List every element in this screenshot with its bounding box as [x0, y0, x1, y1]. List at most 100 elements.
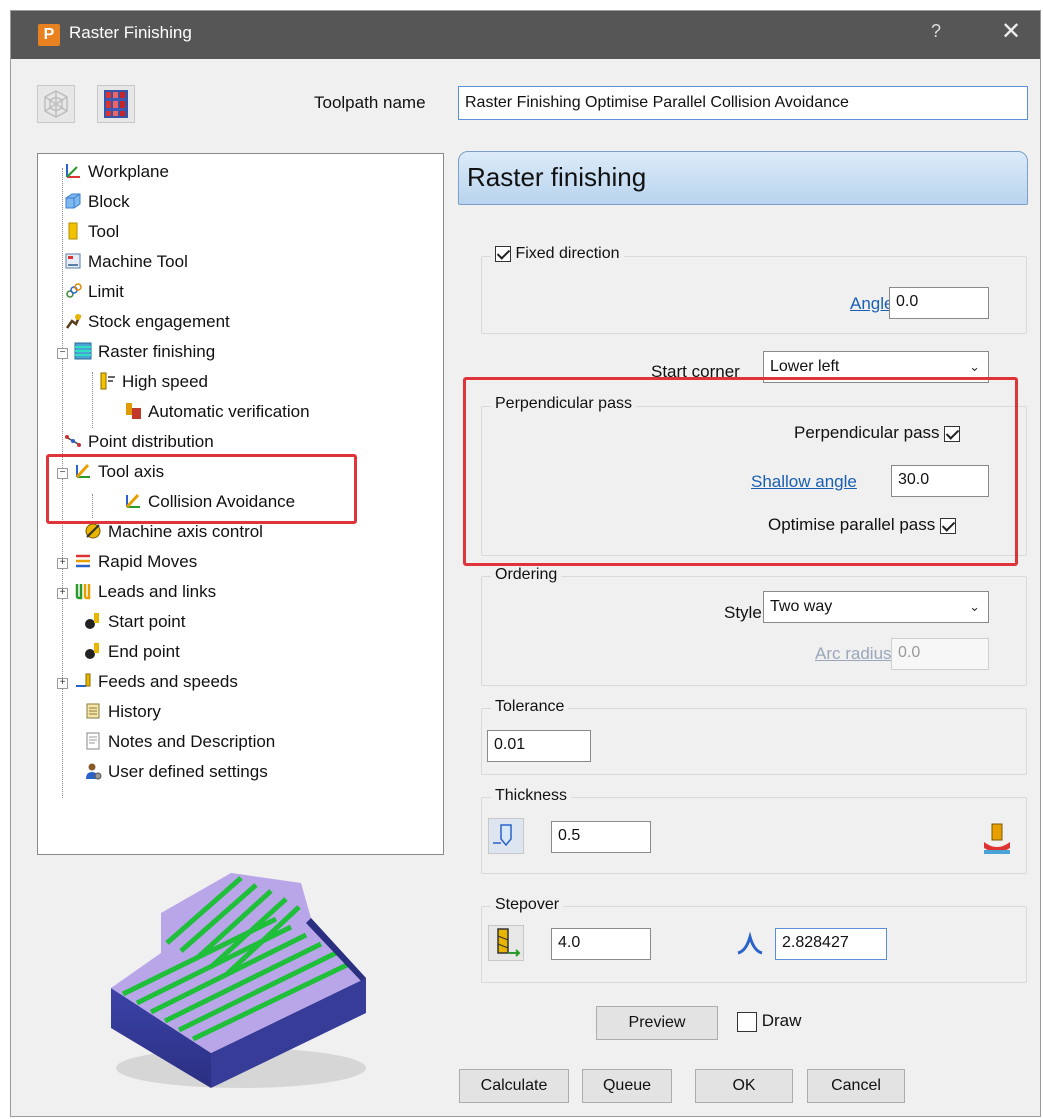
- machine-tool-icon: [65, 253, 81, 269]
- tree-item-high-speed[interactable]: High speed: [98, 368, 208, 396]
- tree-item-label: Stock engagement: [88, 312, 230, 331]
- toolpath-name-input[interactable]: Raster Finishing Optimise Parallel Colli…: [458, 86, 1028, 120]
- tree-item-label: Workplane: [88, 162, 169, 181]
- raster-finishing-dialog: P Raster Finishing ? ✕ Toolpath name Ras…: [10, 10, 1041, 1117]
- stepover-legend: Stepover: [491, 896, 564, 914]
- calculate-button[interactable]: Calculate: [459, 1069, 569, 1103]
- tree-item-feeds-and-speeds[interactable]: Feeds and speeds: [74, 668, 238, 696]
- window-title: Raster Finishing: [69, 23, 192, 42]
- workplane-icon: [66, 164, 80, 178]
- fixed-direction-label: Fixed direction: [515, 245, 620, 262]
- queue-button[interactable]: Queue: [582, 1069, 672, 1103]
- style-select[interactable]: Two way ⌄: [763, 591, 989, 623]
- point-distribution-icon: [65, 435, 81, 447]
- style-label: Style: [724, 603, 762, 622]
- tree-item-label: High speed: [122, 372, 209, 391]
- tree-item-machine-tool[interactable]: Machine Tool: [64, 248, 188, 276]
- close-button[interactable]: ✕: [1001, 17, 1021, 46]
- ordering-legend: Ordering: [491, 566, 562, 584]
- preview-button[interactable]: Preview: [596, 1006, 718, 1040]
- cancel-button[interactable]: Cancel: [807, 1069, 905, 1103]
- tree-item-label: Raster finishing: [98, 342, 216, 361]
- tree-item-tool[interactable]: Tool: [64, 218, 119, 246]
- tree-item-label: Limit: [88, 282, 124, 301]
- tree-item-label: Start point: [108, 612, 186, 631]
- expand-icon[interactable]: +: [57, 588, 68, 599]
- tolerance-legend: Tolerance: [491, 698, 569, 716]
- raster-finishing-header: Raster finishing: [458, 151, 1028, 205]
- component-thickness-icon[interactable]: [979, 821, 1015, 857]
- leads-links-icon: [75, 584, 91, 600]
- highlight-perpendicular-pass: [463, 377, 1018, 566]
- fixed-direction-checkbox[interactable]: Fixed direction: [491, 245, 624, 263]
- cusp-height-input[interactable]: 2.828427: [775, 928, 887, 960]
- tolerance-input[interactable]: 0.01: [487, 730, 591, 762]
- ok-button[interactable]: OK: [695, 1069, 793, 1103]
- history-icon: [86, 703, 100, 719]
- tree-item-block[interactable]: Block: [64, 188, 130, 216]
- toolpath-strategy-icon[interactable]: [97, 85, 135, 123]
- tree-item-leads-and-links[interactable]: Leads and links: [74, 578, 216, 606]
- start-corner-value: Lower left: [770, 358, 840, 375]
- tree-item-automatic-verification[interactable]: Automatic verification: [124, 398, 310, 426]
- limit-icon: [66, 283, 82, 298]
- tree-item-point-distribution[interactable]: Point distribution: [64, 428, 214, 456]
- draw-check[interactable]: [737, 1011, 757, 1032]
- thickness-legend: Thickness: [491, 787, 572, 805]
- toolpath-name-label: Toolpath name: [314, 93, 426, 112]
- tree-item-rapid-moves[interactable]: Rapid Moves: [74, 548, 197, 576]
- app-icon: P: [38, 24, 60, 46]
- machine-axis-control-icon: [85, 523, 101, 539]
- tree-item-history[interactable]: History: [84, 698, 161, 726]
- stock-engagement-icon: [65, 314, 82, 329]
- draw-label: Draw: [761, 1011, 802, 1030]
- tree-item-user-defined-settings[interactable]: User defined settings: [84, 758, 268, 786]
- tree-item-label: Rapid Moves: [98, 552, 198, 571]
- high-speed-icon: [100, 372, 115, 390]
- strategy-selector-icon[interactable]: [37, 85, 75, 123]
- style-value: Two way: [770, 598, 833, 615]
- arc-radius-link: Arc radius: [815, 644, 892, 663]
- cusp-height-icon: [736, 931, 764, 959]
- fixed-direction-check[interactable]: [495, 245, 511, 262]
- tree-item-notes-and-description[interactable]: Notes and Description: [84, 728, 275, 756]
- title-bar[interactable]: P Raster Finishing ? ✕: [11, 11, 1040, 59]
- end-point-icon: [85, 643, 99, 659]
- draw-checkbox[interactable]: Draw: [737, 1011, 801, 1032]
- tree-item-label: User defined settings: [108, 762, 268, 781]
- tree-connector: [92, 372, 93, 428]
- rapid-moves-icon: [76, 554, 90, 568]
- tree-item-limit[interactable]: Limit: [64, 278, 124, 306]
- tree-item-label: History: [108, 702, 161, 721]
- expand-icon[interactable]: +: [57, 678, 68, 689]
- angle-link[interactable]: Angle: [850, 294, 893, 314]
- stepover-tool-icon[interactable]: [488, 925, 524, 961]
- tree-item-label: Machine axis control: [108, 522, 263, 541]
- tree-item-label: Feeds and speeds: [98, 672, 238, 691]
- strategy-tree[interactable]: Workplane Block Tool Machine Tool Limit …: [37, 153, 444, 855]
- tree-item-raster-finishing[interactable]: Raster finishing: [74, 338, 215, 366]
- tree-item-stock-engagement[interactable]: Stock engagement: [64, 308, 230, 336]
- start-point-icon: [85, 613, 99, 629]
- tree-item-label: Block: [88, 192, 130, 211]
- thickness-input[interactable]: 0.5: [551, 821, 651, 853]
- expand-icon[interactable]: +: [57, 558, 68, 569]
- tree-item-start-point[interactable]: Start point: [84, 608, 186, 636]
- automatic-verification-icon: [126, 403, 141, 419]
- notes-icon: [86, 732, 100, 750]
- tree-item-label: Notes and Description: [108, 732, 276, 751]
- thickness-options-icon[interactable]: [488, 818, 524, 854]
- tree-item-workplane[interactable]: Workplane: [64, 158, 169, 186]
- raster-finishing-icon: [74, 342, 92, 360]
- tree-item-label: Point distribution: [88, 432, 214, 451]
- tree-item-label: Tool: [88, 222, 120, 241]
- tree-item-end-point[interactable]: End point: [84, 638, 180, 666]
- highlight-tool-axis: [46, 454, 357, 524]
- tree-item-label: Automatic verification: [148, 402, 310, 421]
- angle-input[interactable]: 0.0: [889, 287, 989, 319]
- chevron-down-icon: ⌄: [969, 599, 980, 614]
- help-button[interactable]: ?: [931, 21, 941, 42]
- tree-item-label: Machine Tool: [88, 252, 188, 271]
- collapse-icon[interactable]: −: [57, 348, 68, 359]
- stepover-input[interactable]: 4.0: [551, 928, 651, 960]
